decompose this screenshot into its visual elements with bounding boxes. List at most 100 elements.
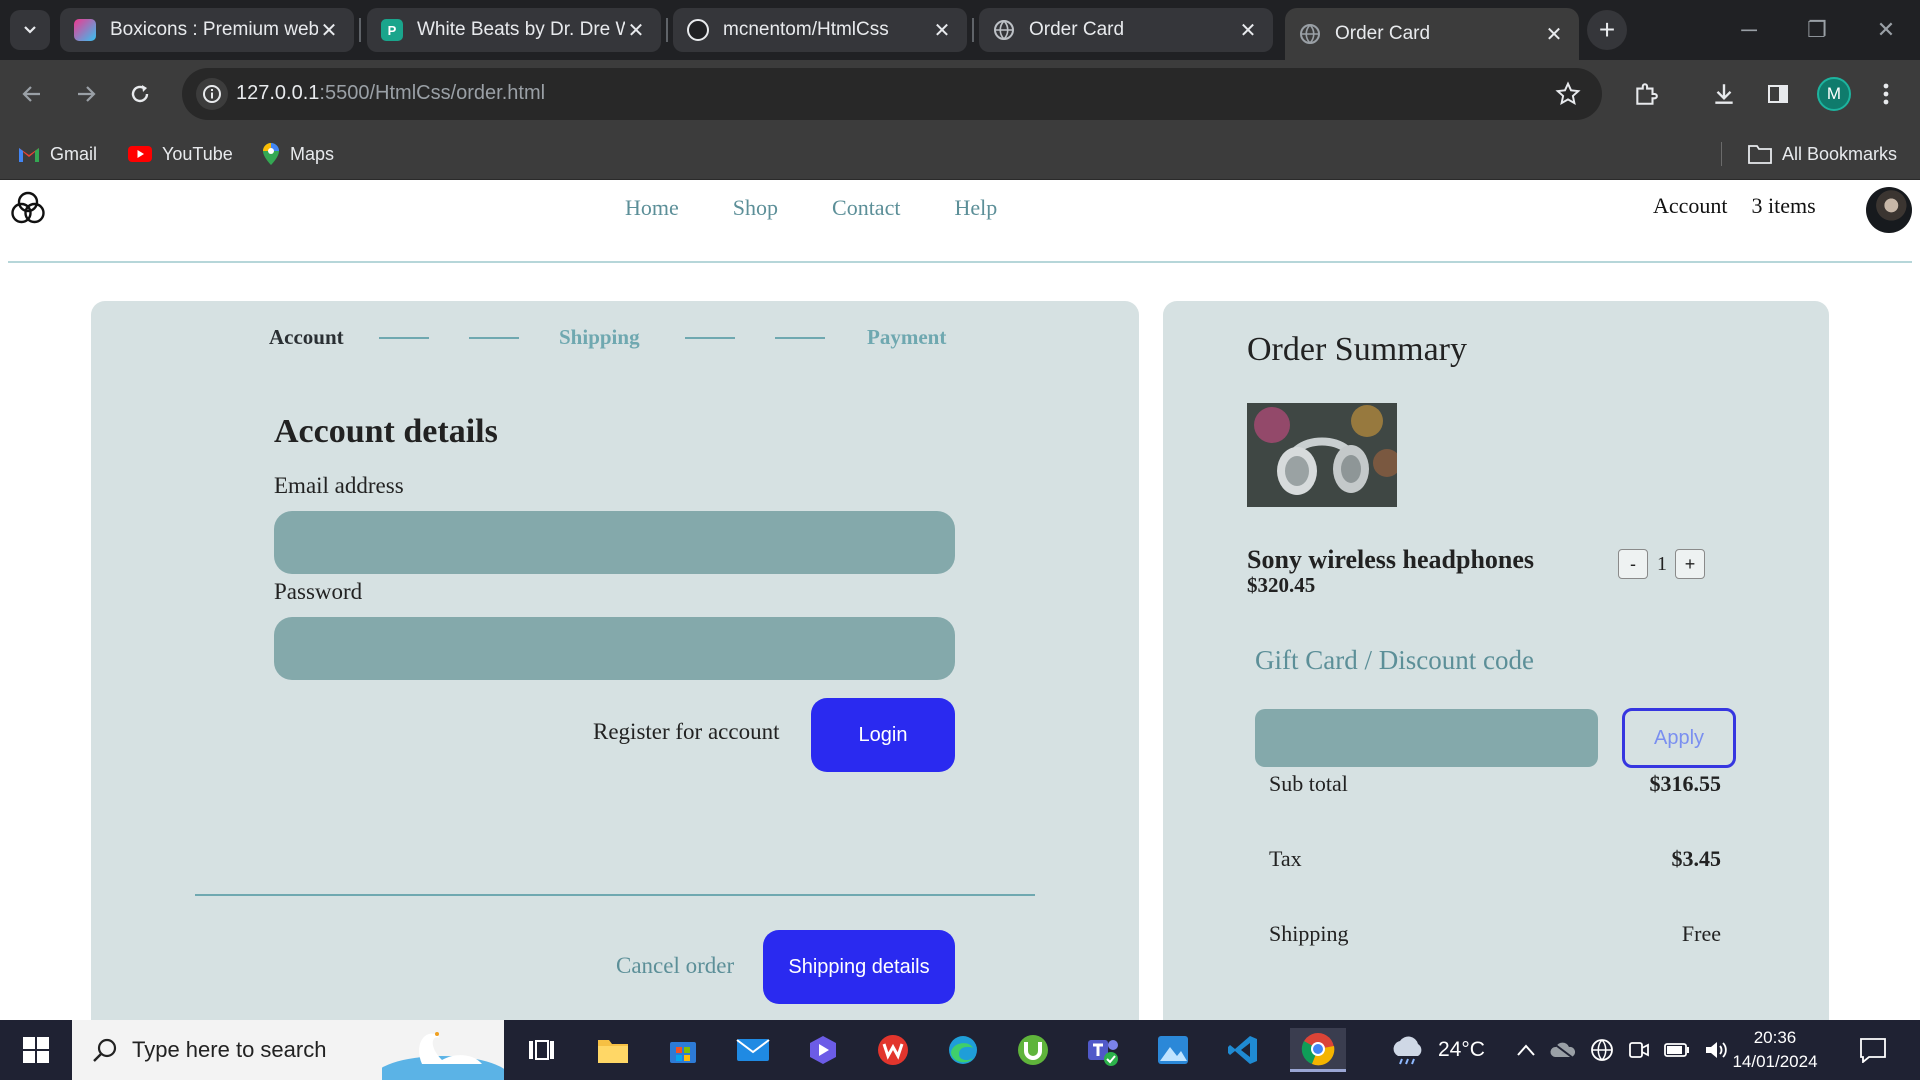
subtotal-row: Sub total $316.55 [1269, 771, 1721, 801]
meet-now-icon[interactable] [1628, 1039, 1650, 1061]
bookmark-star-icon[interactable] [1550, 76, 1586, 112]
edge-browser-icon[interactable] [940, 1028, 986, 1072]
email-field[interactable] [274, 511, 955, 574]
account-details-heading: Account details [274, 413, 498, 450]
site-info-icon[interactable] [196, 78, 228, 110]
cart-count[interactable]: 3 items [1752, 193, 1816, 219]
nav-shop[interactable]: Shop [733, 195, 778, 221]
bookmark-gmail[interactable]: Gmail [18, 140, 97, 168]
all-bookmarks-folder[interactable]: All Bookmarks [1748, 140, 1897, 168]
close-icon[interactable]: ✕ [1543, 22, 1565, 47]
forward-button[interactable] [68, 76, 104, 112]
address-bar[interactable]: 127.0.0.1:5500/HtmlCss/order.html [182, 68, 1602, 120]
taskbar-search[interactable]: Type here to search [72, 1020, 504, 1080]
menu-kebab-icon[interactable] [1868, 76, 1904, 112]
teams-icon[interactable] [1080, 1028, 1126, 1072]
volume-icon[interactable] [1704, 1039, 1728, 1061]
shipping-value: Free [1681, 921, 1721, 946]
page-favicon-icon: P [381, 19, 403, 41]
step-account[interactable]: Account [269, 325, 344, 350]
start-button[interactable] [0, 1020, 72, 1080]
photos-icon[interactable] [1150, 1028, 1196, 1072]
bookmark-maps[interactable]: Maps [262, 140, 334, 168]
login-button[interactable]: Login [811, 698, 955, 772]
file-explorer-icon[interactable] [590, 1028, 636, 1072]
vscode-icon[interactable] [1220, 1028, 1266, 1072]
extensions-icon[interactable] [1628, 76, 1664, 112]
clock-date: 14/01/2024 [1732, 1052, 1818, 1071]
browser-tab-beats[interactable]: P White Beats by Dr. Dre W ✕ [367, 8, 661, 52]
step-connector [469, 337, 519, 339]
close-icon[interactable]: ✕ [1237, 18, 1259, 43]
email-label: Email address [274, 473, 404, 498]
password-field[interactable] [274, 617, 955, 680]
weather-widget[interactable]: 24°C [1388, 1020, 1485, 1080]
media-player-icon[interactable] [800, 1028, 846, 1072]
download-icon[interactable] [1706, 76, 1742, 112]
bookmark-separator [1721, 142, 1722, 166]
register-link[interactable]: Register for account [593, 719, 779, 745]
taskbar-clock[interactable]: 20:36 14/01/2024 [1730, 1026, 1820, 1074]
subtotal-value: $316.55 [1649, 771, 1722, 796]
language-globe-icon[interactable] [1590, 1038, 1614, 1062]
minimize-button[interactable]: ─ [1729, 14, 1769, 46]
boxicons-favicon-icon [74, 19, 96, 41]
mail-icon[interactable] [730, 1028, 776, 1072]
restore-button[interactable]: ❐ [1797, 14, 1837, 46]
step-shipping[interactable]: Shipping [559, 325, 640, 350]
apply-button[interactable]: Apply [1622, 708, 1736, 768]
new-tab-button[interactable]: + [1587, 10, 1627, 50]
globe-icon [1299, 23, 1321, 45]
back-button[interactable] [14, 76, 50, 112]
nav-home[interactable]: Home [625, 195, 679, 221]
discount-code-input[interactable] [1255, 709, 1598, 767]
nav-contact[interactable]: Contact [832, 195, 900, 221]
web-page: Home Shop Contact Help Account 3 items A… [0, 181, 1920, 1020]
product-name: Sony wireless headphones [1247, 545, 1535, 574]
browser-tab-boxicons[interactable]: Boxicons : Premium web ✕ [60, 8, 354, 52]
shipping-row: Shipping Free [1269, 921, 1721, 951]
microsoft-store-icon[interactable] [660, 1028, 706, 1072]
browser-tab-order-card-active[interactable]: Order Card ✕ [1285, 8, 1579, 60]
onedrive-offline-icon[interactable] [1550, 1041, 1576, 1059]
quantity-increase-button[interactable]: + [1675, 549, 1705, 579]
notifications-icon[interactable] [1850, 1028, 1896, 1072]
chrome-icon[interactable] [1290, 1028, 1346, 1072]
globe-icon [993, 19, 1015, 41]
chevron-up-icon[interactable] [1516, 1043, 1536, 1057]
shipping-details-button[interactable]: Shipping details [763, 930, 955, 1004]
side-panel-icon[interactable] [1760, 76, 1796, 112]
close-window-button[interactable]: ✕ [1866, 14, 1906, 46]
close-icon[interactable]: ✕ [318, 18, 340, 43]
tab-separator [666, 18, 668, 42]
cancel-order-link[interactable]: Cancel order [616, 953, 734, 979]
arrow-right-icon [78, 86, 96, 102]
user-avatar[interactable] [1866, 187, 1912, 233]
browser-tab-order-card[interactable]: Order Card ✕ [979, 8, 1273, 52]
bookmark-label: Maps [290, 143, 335, 164]
account-link[interactable]: Account [1653, 193, 1728, 219]
close-icon[interactable]: ✕ [625, 18, 647, 43]
windows-logo-icon [23, 1037, 49, 1063]
quantity-decrease-button[interactable]: - [1618, 549, 1648, 579]
clock-time: 20:36 [1753, 1028, 1797, 1047]
close-icon[interactable]: ✕ [931, 18, 953, 43]
arrow-left-icon [22, 86, 40, 102]
utorrent-icon[interactable] [1010, 1028, 1056, 1072]
site-logo-icon[interactable] [10, 189, 46, 232]
url-text[interactable]: 127.0.0.1:5500/HtmlCss/order.html [236, 82, 545, 105]
wps-office-icon[interactable] [870, 1028, 916, 1072]
step-payment[interactable]: Payment [867, 325, 946, 350]
reload-button[interactable] [122, 76, 158, 112]
browser-tab-github[interactable]: mcnentom/HtmlCss ✕ [673, 8, 967, 52]
tax-row: Tax $3.45 [1269, 846, 1721, 876]
tab-search-button[interactable] [10, 10, 50, 50]
profile-avatar[interactable]: M [1817, 77, 1851, 111]
product-price: $320.45 [1247, 573, 1316, 597]
task-view-icon[interactable] [518, 1028, 564, 1072]
bookmark-youtube[interactable]: YouTube [128, 140, 233, 168]
nav-help[interactable]: Help [954, 195, 997, 221]
tab-title: Order Card [1335, 23, 1431, 44]
battery-icon[interactable] [1664, 1042, 1690, 1058]
browser-toolbar: 127.0.0.1:5500/HtmlCss/order.html M [0, 60, 1920, 128]
